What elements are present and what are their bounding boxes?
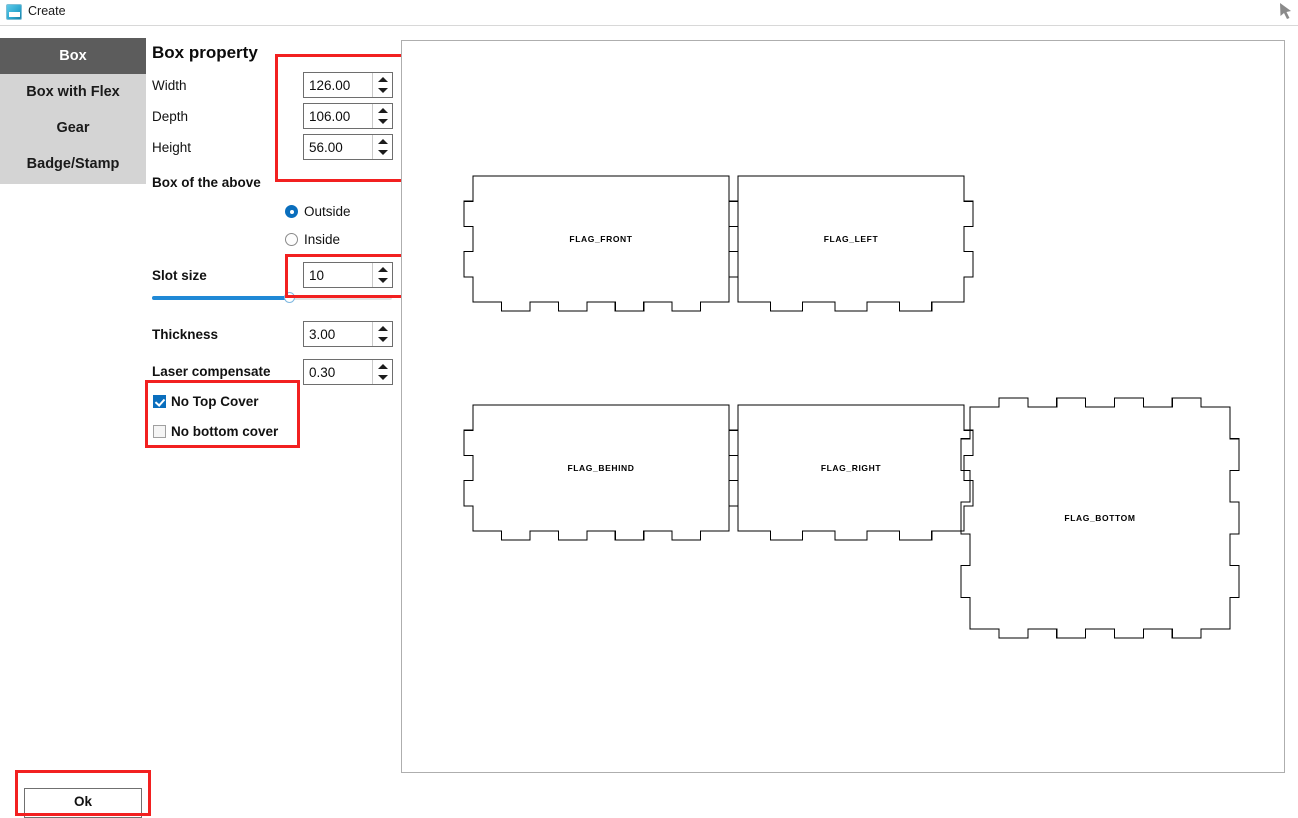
caret-down-icon[interactable] <box>378 119 388 124</box>
preview-canvas[interactable]: FLAG_FRONT FLAG_LEFT FLAG_BEHIND FLAG_RIGHT… <box>401 40 1285 773</box>
slot-size-slider[interactable] <box>152 292 392 303</box>
box-layout-drawing: FLAG_FRONT FLAG_LEFT FLAG_BEHIND FLAG_RIGHT… <box>463 175 1240 639</box>
tab-gear[interactable]: Gear <box>0 110 146 146</box>
resize-arrow-icon <box>1280 3 1291 19</box>
depth-label: Depth <box>152 109 189 124</box>
laser-compensate-label: Laser compensate <box>152 364 271 379</box>
window-title: Create <box>28 4 66 18</box>
slot-size-label: Slot size <box>152 268 207 283</box>
panel-label: FLAG_BOTTOM <box>1064 513 1135 523</box>
height-label: Height <box>152 140 192 155</box>
slot-size-stepper-buttons[interactable] <box>372 263 392 287</box>
caret-down-icon[interactable] <box>378 88 388 93</box>
thickness-input[interactable] <box>304 322 372 346</box>
caret-up-icon[interactable] <box>378 364 388 369</box>
width-input[interactable] <box>304 73 372 97</box>
app-icon <box>6 4 22 20</box>
laser-compensate-input[interactable] <box>304 360 372 384</box>
tab-badge-stamp[interactable]: Badge/Stamp <box>0 146 146 182</box>
checkbox-no-bottom-cover-label: No bottom cover <box>171 424 279 439</box>
panel-label: FLAG_LEFT <box>824 234 879 244</box>
thickness-label: Thickness <box>152 327 219 342</box>
caret-down-icon[interactable] <box>378 150 388 155</box>
radio-outside-label: Outside <box>304 204 351 219</box>
panel-label: FLAG_FRONT <box>569 234 632 244</box>
checkbox-no-top-cover[interactable] <box>153 395 166 408</box>
thickness-stepper-buttons[interactable] <box>372 322 392 346</box>
dimension-reference-label: Box of the above <box>152 175 261 190</box>
mode-tab-strip: Box Box with Flex Gear Badge/Stamp <box>0 38 146 184</box>
thickness-stepper[interactable] <box>303 321 393 347</box>
laser-compensate-stepper[interactable] <box>303 359 393 385</box>
caret-up-icon[interactable] <box>378 326 388 331</box>
width-stepper[interactable] <box>303 72 393 98</box>
checkbox-no-bottom-cover[interactable] <box>153 425 166 438</box>
depth-input[interactable] <box>304 104 372 128</box>
width-label: Width <box>152 78 187 93</box>
slider-fill <box>152 296 289 300</box>
tab-box-label: Box <box>59 48 87 64</box>
tab-badge-stamp-label: Badge/Stamp <box>26 156 120 172</box>
caret-up-icon[interactable] <box>378 108 388 113</box>
panel-title: Box property <box>152 43 258 62</box>
window-title-bar: Create <box>0 0 1298 26</box>
height-stepper-buttons[interactable] <box>372 135 392 159</box>
height-stepper[interactable] <box>303 134 393 160</box>
depth-stepper-buttons[interactable] <box>372 104 392 128</box>
checkbox-no-top-cover-label: No Top Cover <box>171 394 259 409</box>
caret-down-icon[interactable] <box>378 375 388 380</box>
radio-inside[interactable] <box>285 233 298 246</box>
tab-box[interactable]: Box <box>0 38 146 74</box>
depth-stepper[interactable] <box>303 103 393 129</box>
caret-down-icon[interactable] <box>378 337 388 342</box>
panel-label: FLAG_BEHIND <box>567 463 634 473</box>
caret-down-icon[interactable] <box>378 278 388 283</box>
tab-gear-label: Gear <box>56 120 90 136</box>
box-property-form: Box property Width Depth Height Box of t… <box>152 40 400 460</box>
radio-outside[interactable] <box>285 205 298 218</box>
caret-up-icon[interactable] <box>378 267 388 272</box>
height-input[interactable] <box>304 135 372 159</box>
caret-up-icon[interactable] <box>378 77 388 82</box>
radio-inside-label: Inside <box>304 232 341 247</box>
width-stepper-buttons[interactable] <box>372 73 392 97</box>
panel-label: FLAG_RIGHT <box>821 463 882 473</box>
caret-up-icon[interactable] <box>378 139 388 144</box>
tab-box-with-flex-label: Box with Flex <box>26 84 120 100</box>
slot-size-stepper[interactable] <box>303 262 393 288</box>
tab-box-with-flex[interactable]: Box with Flex <box>0 74 146 110</box>
laser-compensate-stepper-buttons[interactable] <box>372 360 392 384</box>
slot-size-input[interactable] <box>304 263 372 287</box>
slider-handle[interactable] <box>284 292 295 303</box>
